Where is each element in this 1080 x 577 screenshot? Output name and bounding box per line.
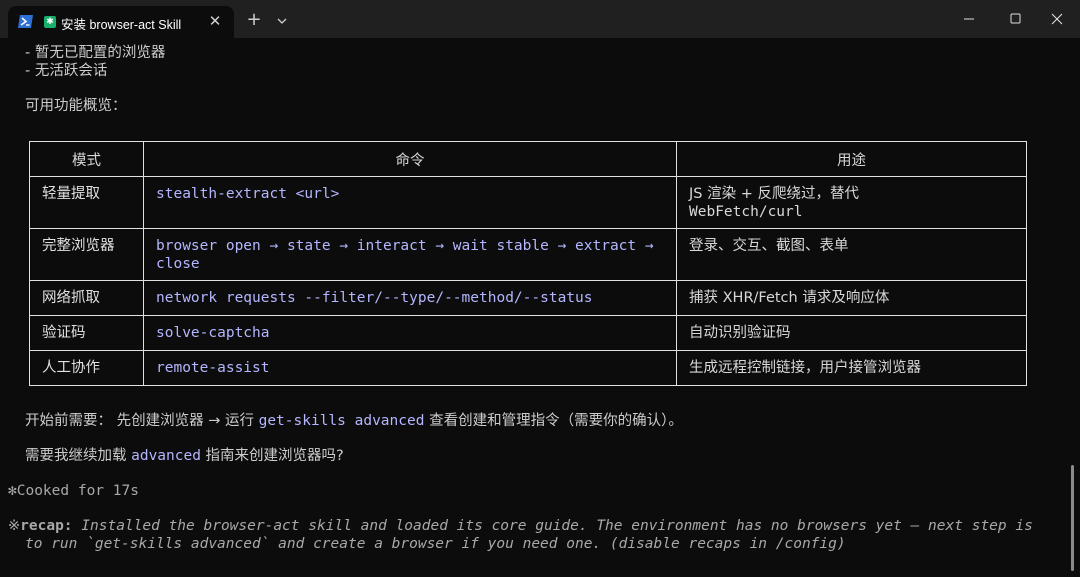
command-line: browser open → state → interact → wait s…	[156, 238, 654, 254]
row-mode: 网络抓取	[29, 280, 144, 316]
scrollbar[interactable]	[1071, 465, 1074, 571]
table-row: 轻量提取 stealth-extract <url> JS 渲染 + 反爬绕过，…	[29, 176, 1027, 229]
status-no-browser: - 暂无已配置的浏览器	[25, 45, 166, 61]
row-usage: JS 渲染 + 反爬绕过，替代 WebFetch/curl	[676, 176, 1027, 229]
tab-close-icon[interactable]: ✕	[206, 11, 224, 31]
row-command: stealth-extract <url>	[143, 176, 677, 229]
prereq-text: 先创建浏览器 → 运行	[112, 413, 259, 429]
feature-table: 模式 命令 用途 轻量提取 stealth-extract <url> JS 渲…	[29, 141, 1027, 386]
recap-text: Installed the browser-act skill and load…	[72, 518, 1033, 534]
row-mode: 验证码	[29, 315, 144, 351]
asterisk-icon: ✻	[8, 483, 17, 499]
header-mode: 模式	[29, 141, 144, 177]
row-command: remote-assist	[143, 350, 677, 386]
prereq-text-2: 查看创建和管理指令（需要你的确认）。	[424, 413, 683, 429]
row-mode: 人工协作	[29, 350, 144, 386]
recap-line: ※recap: Installed the browser-act skill …	[8, 517, 1033, 535]
prereq-label: 开始前需要：	[25, 413, 112, 429]
usage-line: JS 渲染 + 反爬绕过，替代	[689, 186, 859, 202]
reference-mark-icon: ※	[8, 518, 21, 534]
row-command: solve-captcha	[143, 315, 677, 351]
question-text-2: 指南来创建浏览器吗?	[200, 448, 344, 464]
row-usage: 自动识别验证码	[676, 315, 1027, 351]
cooked-line: ✻Cooked for 17s	[8, 482, 139, 500]
new-tab-button[interactable]: +	[244, 10, 264, 30]
table-row: 完整浏览器 browser open → state → interact → …	[29, 228, 1027, 281]
table-row: 网络抓取 network requests --filter/--type/--…	[29, 280, 1027, 316]
minimize-icon[interactable]	[946, 0, 992, 38]
row-usage: 捕获 XHR/Fetch 请求及响应体	[676, 280, 1027, 316]
status-no-session: - 无活跃会话	[25, 63, 108, 79]
row-mode: 轻量提取	[29, 176, 144, 229]
recap-text-2: to run `get-skills advanced` and create …	[25, 536, 846, 552]
row-mode: 完整浏览器	[29, 228, 144, 281]
table-header-row: 模式 命令 用途	[29, 141, 1027, 177]
question-line: 需要我继续加载 advanced 指南来创建浏览器吗?	[25, 447, 344, 465]
usage-line-2: WebFetch/curl	[689, 204, 803, 220]
overview-heading: 可用功能概览：	[25, 98, 127, 114]
row-usage: 生成远程控制链接，用户接管浏览器	[676, 350, 1027, 386]
chevron-down-icon[interactable]	[273, 12, 291, 30]
row-command: network requests --filter/--type/--metho…	[143, 280, 677, 316]
row-command: browser open → state → interact → wait s…	[143, 228, 677, 281]
row-usage: 登录、交互、截图、表单	[676, 228, 1027, 281]
skill-icon: ✱	[44, 16, 56, 28]
maximize-icon[interactable]	[992, 0, 1038, 38]
command-line-2: close	[156, 256, 200, 272]
terminal-output[interactable]: - 暂无已配置的浏览器 - 无活跃会话 可用功能概览： 模式 命令 用途 轻量提…	[0, 38, 1080, 577]
powershell-icon	[18, 15, 33, 28]
terminal-tab[interactable]: ✱ 安装 browser-act Skill ✕	[8, 6, 234, 38]
table-row: 验证码 solve-captcha 自动识别验证码	[29, 315, 1027, 351]
question-command: advanced	[131, 448, 201, 464]
tab-title: 安装 browser-act Skill	[61, 18, 182, 32]
table-row: 人工协作 remote-assist 生成远程控制链接，用户接管浏览器	[29, 350, 1027, 386]
prereq-line: 开始前需要： 先创建浏览器 → 运行 get-skills advanced 查…	[25, 412, 683, 430]
close-icon[interactable]	[1034, 0, 1080, 38]
prereq-command: get-skills advanced	[258, 413, 425, 429]
question-text: 需要我继续加载	[25, 448, 132, 464]
cooked-text: Cooked for 17s	[16, 483, 139, 499]
title-bar: ✱ 安装 browser-act Skill ✕ +	[0, 0, 1080, 38]
header-usage: 用途	[676, 141, 1027, 177]
recap-label: recap:	[20, 518, 73, 534]
header-command: 命令	[143, 141, 677, 177]
